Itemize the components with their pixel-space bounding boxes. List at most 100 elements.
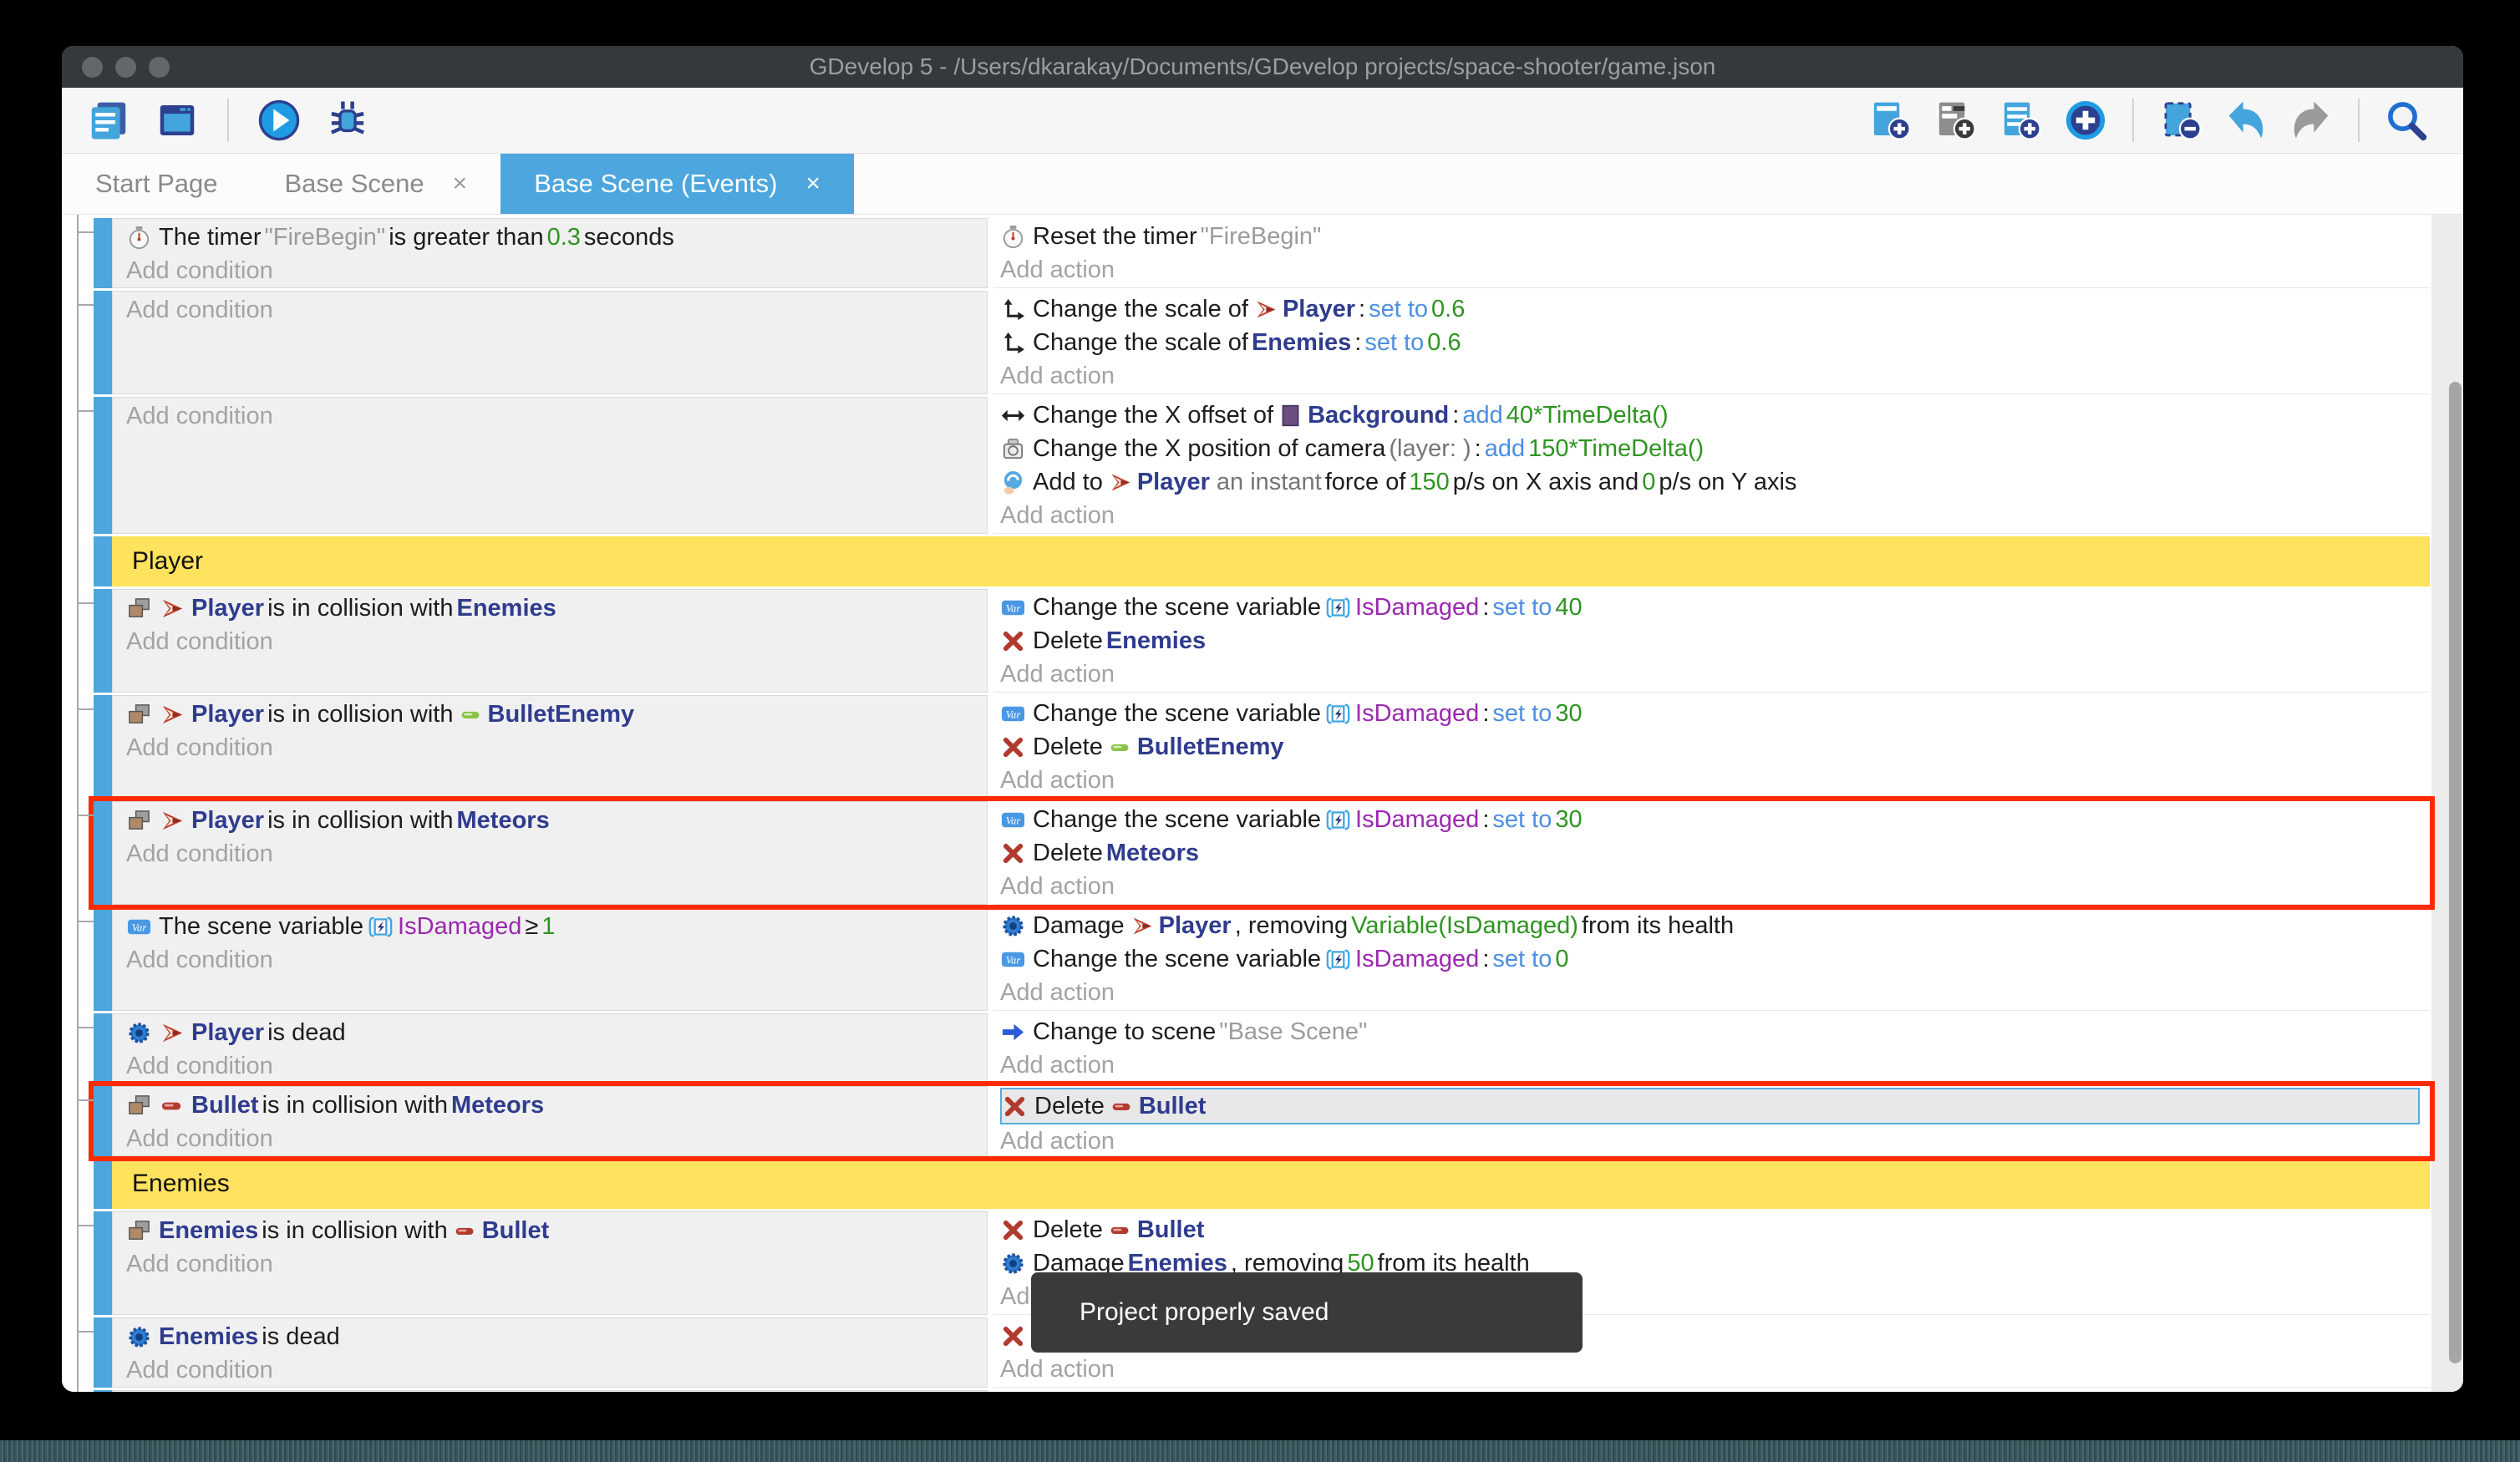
action-line[interactable]: Delete BulletEnemy: [1000, 730, 2430, 764]
redo-icon[interactable]: [2288, 97, 2335, 144]
play-icon[interactable]: [256, 97, 302, 144]
scrollbar-thumb[interactable]: [2449, 382, 2462, 1363]
add-action-button[interactable]: Add action: [1000, 253, 2430, 287]
add-action-button[interactable]: Add action: [1000, 1353, 2430, 1386]
add-action-button[interactable]: Add action: [1000, 499, 2430, 532]
event-row: Player is in collision with EnemiesAdd c…: [94, 589, 2430, 693]
action-line[interactable]: VarChange the scene variable IsDamaged: …: [1000, 591, 2430, 624]
player-ship-icon: [159, 702, 185, 728]
add-condition-button[interactable]: Add condition: [126, 837, 987, 871]
action-line[interactable]: Change the X offset of Background: add 4…: [1000, 398, 2430, 432]
undo-icon[interactable]: [2223, 97, 2269, 144]
action-line[interactable]: Change the X position of camera (layer: …: [1000, 432, 2430, 465]
debug-icon[interactable]: [324, 97, 371, 144]
condition-line[interactable]: Bullet is in collision with Meteors: [126, 1089, 987, 1122]
x-offset-icon: [1000, 403, 1026, 429]
action-line[interactable]: Reset the timer "FireBegin": [1000, 220, 2430, 253]
tree-connector: [77, 1331, 94, 1333]
event-handle[interactable]: [94, 907, 112, 1011]
text-segment: :: [1482, 806, 1489, 834]
event-handle[interactable]: [94, 1086, 112, 1156]
tab-close-icon[interactable]: ×: [453, 170, 468, 198]
add-action-button[interactable]: Add action: [1000, 359, 2430, 393]
action-line[interactable]: Delete Meteors: [1000, 836, 2430, 870]
add-condition-button[interactable]: Add condition: [126, 293, 987, 327]
condition-line[interactable]: Enemies is dead: [126, 1320, 987, 1353]
conditions-cell: Player is deadAdd condition: [112, 1013, 988, 1084]
add-new-icon[interactable]: [2062, 97, 2109, 144]
actions-cell: Add to Enemies an instant force, angle: …: [993, 1390, 2430, 1392]
event-handle[interactable]: [94, 1211, 112, 1315]
event-handle[interactable]: [94, 218, 112, 288]
timer-icon: [126, 225, 152, 251]
condition-line[interactable]: Enemies is in collision with Bullet: [126, 1214, 987, 1247]
text-segment: Player: [1283, 296, 1355, 323]
event-handle[interactable]: [94, 397, 112, 534]
event-handle[interactable]: [94, 291, 112, 394]
tab-base-scene[interactable]: Base Scene×: [251, 154, 500, 214]
search-icon[interactable]: [2383, 97, 2430, 144]
action-line[interactable]: Change to scene "Base Scene": [1000, 1015, 2430, 1048]
event-handle[interactable]: [94, 1317, 112, 1388]
condition-line[interactable]: Player is dead: [126, 1016, 987, 1049]
scene-editor-icon[interactable]: [154, 97, 201, 144]
add-condition-button[interactable]: Add condition: [126, 943, 987, 977]
action-line[interactable]: Damage Player, removing Variable(IsDamag…: [1000, 909, 2430, 942]
action-line[interactable]: VarChange the scene variable IsDamaged: …: [1000, 697, 2430, 730]
add-action-button[interactable]: Add action: [1000, 1048, 2430, 1082]
add-action-button[interactable]: Add action: [1000, 1124, 2430, 1158]
add-condition-button[interactable]: Add condition: [126, 254, 987, 287]
action-line[interactable]: VarChange the scene variable IsDamaged: …: [1000, 803, 2430, 836]
group-header[interactable]: Enemies: [112, 1159, 2430, 1209]
action-line[interactable]: Change the scale of Enemies: set to 0.6: [1000, 326, 2430, 359]
add-condition-button[interactable]: Add condition: [126, 1049, 987, 1083]
add-condition-button[interactable]: Add condition: [126, 1353, 987, 1387]
delete-icon: [1002, 1094, 1028, 1119]
project-manager-icon[interactable]: [85, 97, 132, 144]
event-handle[interactable]: [94, 1390, 112, 1392]
group-header[interactable]: Player: [112, 536, 2430, 586]
add-event-icon[interactable]: [1867, 97, 1913, 144]
event-handle[interactable]: [94, 1159, 112, 1209]
add-action-button[interactable]: Add action: [1000, 870, 2430, 903]
add-action-button[interactable]: Add action: [1000, 976, 2430, 1009]
health-icon: [126, 1324, 152, 1350]
event-handle[interactable]: [94, 801, 112, 905]
event-handle[interactable]: [94, 589, 112, 693]
event-handle[interactable]: [94, 1013, 112, 1084]
condition-line[interactable]: VarThe scene variable IsDamaged ≥ 1: [126, 910, 987, 943]
add-condition-button[interactable]: Add condition: [126, 625, 987, 658]
action-line[interactable]: Delete Bullet: [1000, 1213, 2430, 1246]
vertical-scrollbar[interactable]: [2431, 215, 2463, 1392]
condition-line[interactable]: Player is in collision with Meteors: [126, 804, 987, 837]
add-condition-button[interactable]: Add condition: [126, 1247, 987, 1281]
text-segment: is in collision with: [267, 807, 453, 835]
add-action-button[interactable]: Add action: [1000, 657, 2430, 691]
action-line[interactable]: Delete Enemies: [1000, 624, 2430, 657]
condition-line[interactable]: Player is in collision with Enemies: [126, 591, 987, 625]
add-comment-icon[interactable]: [1932, 97, 1979, 144]
action-line[interactable]: Change the scale of Player: set to 0.6: [1000, 292, 2430, 326]
tab-start-page[interactable]: Start Page: [62, 154, 251, 214]
event-handle[interactable]: [94, 695, 112, 799]
tab-close-icon[interactable]: ×: [805, 170, 821, 198]
remove-event-icon[interactable]: [2157, 97, 2204, 144]
add-condition-button[interactable]: Add condition: [126, 731, 987, 764]
add-action-button[interactable]: Add action: [1000, 764, 2430, 797]
condition-line[interactable]: Player is in collision with BulletEnemy: [126, 698, 987, 731]
add-condition-button[interactable]: Add condition: [126, 399, 987, 433]
add-subevent-icon[interactable]: [1997, 97, 2044, 144]
action-line[interactable]: Add to Player an instant force of 150 p/…: [1000, 465, 2430, 499]
text-segment: IsDamaged: [1355, 594, 1479, 622]
actions-cell: VarChange the scene variable IsDamaged: …: [993, 695, 2430, 799]
tab-base-scene-events-[interactable]: Base Scene (Events)×: [500, 154, 854, 214]
var-badge-icon: [1326, 596, 1350, 620]
event-handle[interactable]: [94, 536, 112, 586]
text-segment: 0: [1555, 946, 1568, 973]
conditions-cell: Enemies is deadAdd condition: [112, 1317, 988, 1388]
camera-icon: [1000, 436, 1026, 462]
action-line[interactable]: Delete Bullet: [1000, 1088, 2420, 1124]
action-line[interactable]: VarChange the scene variable IsDamaged: …: [1000, 942, 2430, 976]
condition-line[interactable]: The timer "FireBegin" is greater than 0.…: [126, 221, 987, 254]
add-condition-button[interactable]: Add condition: [126, 1122, 987, 1155]
